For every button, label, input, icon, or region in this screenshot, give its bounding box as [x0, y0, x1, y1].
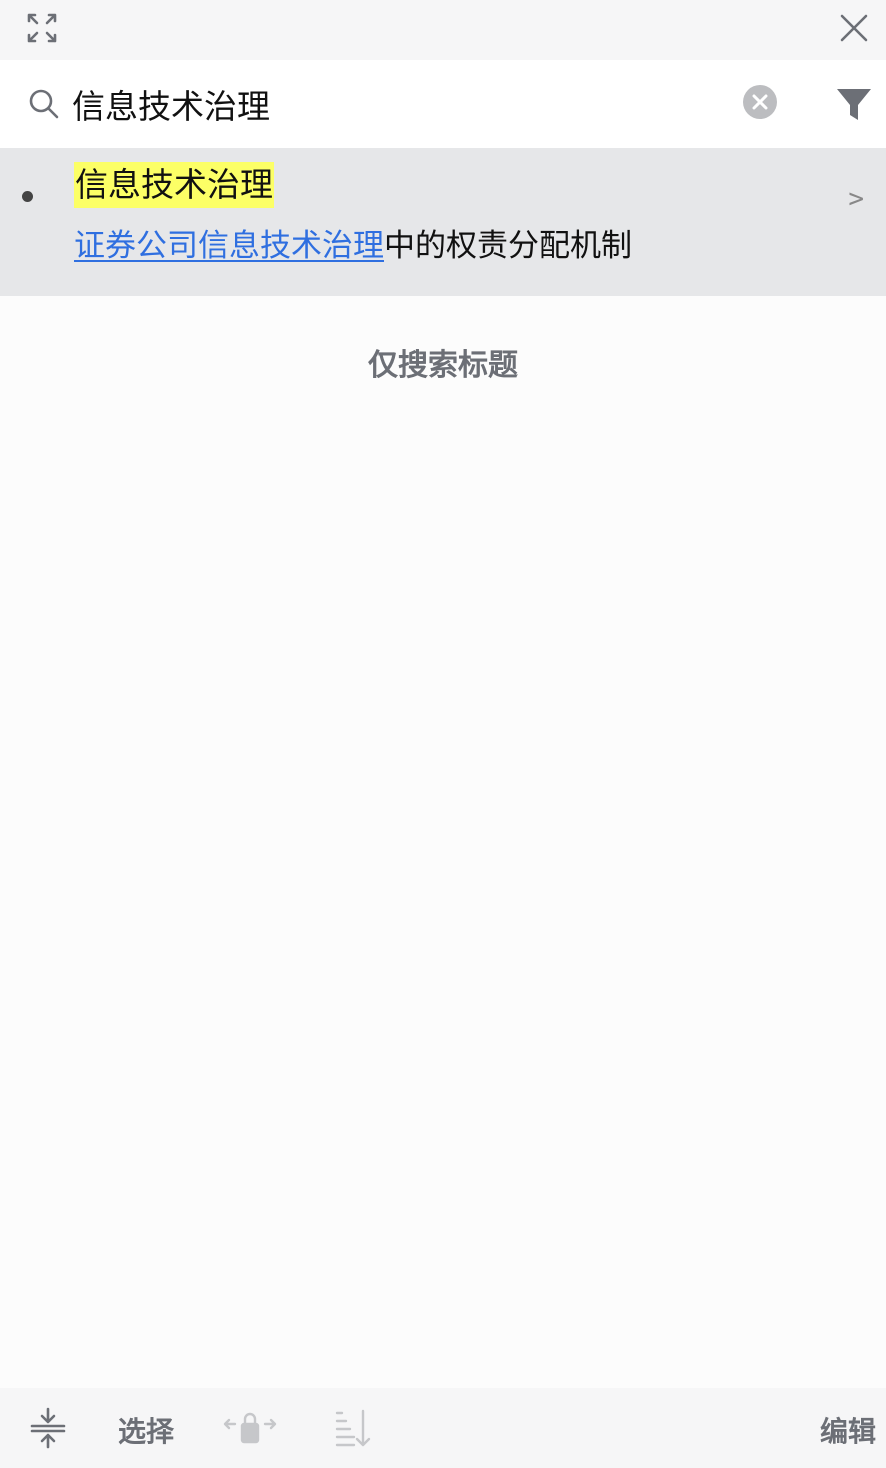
close-icon[interactable] — [834, 8, 874, 48]
result-parent-suffix: 中的权责分配机制 — [384, 228, 632, 264]
search-title-only-button[interactable]: 仅搜索标题 — [0, 340, 886, 384]
collapse-icon[interactable] — [26, 1406, 70, 1450]
result-bullet — [22, 191, 33, 202]
sort-icon — [330, 1406, 374, 1450]
bottom-toolbar: 选择 编辑 — [0, 1388, 886, 1468]
search-input[interactable] — [72, 78, 712, 130]
result-path: 证券公司信息技术治理中的权责分配机制 — [74, 224, 632, 268]
result-title: 信息技术治理 — [74, 162, 274, 208]
result-parent-link[interactable]: 证券公司信息技术治理 — [74, 228, 384, 264]
clear-icon[interactable] — [742, 84, 778, 120]
search-icon — [26, 86, 62, 122]
top-bar — [0, 0, 886, 60]
search-bar — [0, 60, 886, 148]
filter-icon[interactable] — [832, 84, 876, 124]
chevron-right-icon[interactable]: > — [848, 184, 864, 214]
search-result-item[interactable]: 信息技术治理 证券公司信息技术治理中的权责分配机制 > — [0, 148, 886, 296]
move-lock-icon — [222, 1406, 278, 1450]
edit-button[interactable]: 编辑 — [820, 1410, 876, 1450]
select-button[interactable]: 选择 — [118, 1410, 174, 1450]
expand-icon[interactable] — [22, 8, 62, 48]
